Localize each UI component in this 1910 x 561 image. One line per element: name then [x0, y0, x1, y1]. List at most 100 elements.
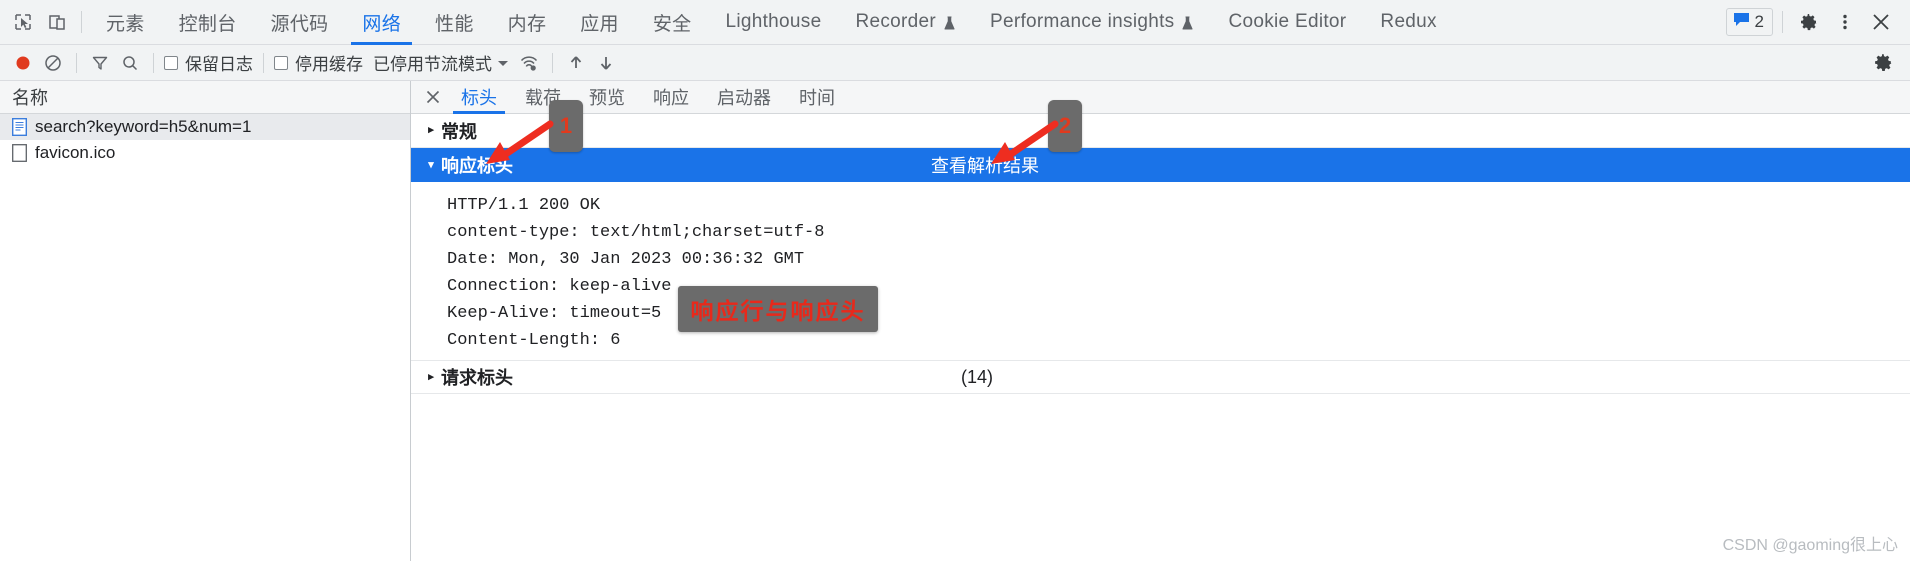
tab-elements[interactable]: 元素: [89, 0, 162, 45]
tab-label: 标头: [461, 88, 497, 108]
network-settings-group: [1868, 49, 1902, 77]
file-icon: [12, 144, 27, 162]
devtools-window: 元素 控制台 源代码 网络 性能 内存 应用 安全 Lighthouse Rec…: [0, 0, 1910, 561]
request-name: favicon.ico: [35, 143, 116, 162]
annotation-note: 响应行与响应头: [678, 286, 878, 332]
tabbar-right-controls: 2: [1725, 5, 1904, 39]
close-icon[interactable]: [1864, 5, 1898, 39]
tab-lighthouse[interactable]: Lighthouse: [708, 0, 838, 45]
section-general[interactable]: ▸ 常规: [411, 114, 1910, 148]
tab-label: 源代码: [270, 13, 329, 35]
request-row-favicon[interactable]: favicon.ico: [0, 140, 410, 166]
tab-sources[interactable]: 源代码: [254, 0, 346, 45]
tab-headers[interactable]: 标头: [447, 81, 511, 114]
network-conditions-icon[interactable]: [514, 49, 544, 77]
tab-label: Performance insights: [989, 11, 1175, 32]
console-message-badge[interactable]: 2: [1725, 8, 1773, 36]
download-har-icon[interactable]: [591, 49, 621, 77]
tab-cookie-editor[interactable]: Cookie Editor: [1211, 0, 1363, 45]
tab-timing[interactable]: 时间: [785, 81, 849, 114]
chevron-right-icon: ▸: [428, 370, 434, 383]
section-title: 常规: [441, 121, 477, 142]
toolbar-divider: [1782, 11, 1783, 33]
tab-label: 启动器: [717, 88, 771, 108]
checkbox-box: [164, 55, 178, 70]
tab-label: Cookie Editor: [1228, 11, 1347, 32]
section-request-headers[interactable]: ▸ 请求标头 (14): [411, 360, 1910, 394]
tab-response[interactable]: 响应: [639, 81, 703, 114]
section-response-headers[interactable]: ▾ 响应标头 查看解析结果: [411, 148, 1910, 182]
close-detail-icon[interactable]: [419, 83, 447, 111]
throttling-select-label[interactable]: 已停用节流模式: [365, 50, 492, 75]
upload-har-icon[interactable]: [561, 49, 591, 77]
experiment-flask-icon: [943, 15, 956, 30]
disable-cache-label: 停用缓存: [295, 55, 363, 74]
preserve-log-checkbox[interactable]: 保留日志: [162, 50, 255, 75]
tab-performance[interactable]: 性能: [418, 0, 491, 45]
header-line: Date: Mon, 30 Jan 2023 00:36:32 GMT: [447, 250, 805, 269]
experiment-flask-icon: [1181, 15, 1194, 30]
chevron-down-icon: ▾: [428, 158, 434, 171]
tab-memory[interactable]: 内存: [491, 0, 564, 45]
request-name: search?keyword=h5&num=1: [35, 117, 252, 136]
tab-security[interactable]: 安全: [636, 0, 709, 45]
response-headers-list: HTTP/1.1 200 OK content-type: text/html;…: [411, 182, 1910, 360]
tab-label: 网络: [362, 13, 402, 35]
clear-icon[interactable]: [38, 49, 68, 77]
tab-network[interactable]: 网络: [345, 0, 418, 45]
tab-application[interactable]: 应用: [563, 0, 636, 45]
detail-tabbar: 标头 载荷 预览 响应 启动器 时间: [411, 81, 1910, 114]
tab-performance-insights[interactable]: Performance insights: [973, 0, 1211, 45]
headers-content: ▸ 常规 ▾ 响应标头 查看解析结果 HTTP/1.1 200 OK conte…: [411, 114, 1910, 561]
watermark: CSDN @gaoming很上心: [1722, 537, 1898, 554]
document-icon: [11, 117, 28, 137]
tab-label: 响应: [653, 88, 689, 108]
tab-redux[interactable]: Redux: [1363, 0, 1453, 45]
more-vertical-icon[interactable]: [1828, 5, 1862, 39]
toolbar-divider: [263, 52, 264, 73]
tab-label: Redux: [1380, 11, 1437, 32]
tab-label: 时间: [799, 88, 835, 108]
annotation-badge-2: 2: [1048, 100, 1082, 152]
gear-icon[interactable]: [1868, 49, 1898, 77]
checkbox-box: [274, 55, 288, 70]
tab-label: 安全: [652, 13, 692, 35]
filter-icon[interactable]: [85, 49, 115, 77]
inspect-element-icon[interactable]: [6, 5, 40, 39]
column-header-name: 名称: [12, 88, 48, 108]
annotation-badge-1: 1: [549, 100, 583, 152]
devtools-tabbar: 元素 控制台 源代码 网络 性能 内存 应用 安全 Lighthouse Rec…: [0, 0, 1910, 45]
tab-label: Recorder: [855, 11, 936, 32]
request-row-search[interactable]: search?keyword=h5&num=1: [0, 114, 410, 140]
gear-icon[interactable]: [1792, 5, 1826, 39]
request-list-header[interactable]: 名称: [0, 81, 410, 114]
tab-label: Lighthouse: [725, 11, 822, 32]
tab-recorder[interactable]: Recorder: [838, 0, 973, 45]
header-line: content-type: text/html;charset=utf-8: [447, 223, 825, 242]
disable-cache-checkbox[interactable]: 停用缓存: [272, 50, 365, 75]
toolbar-divider: [81, 11, 82, 33]
tab-label: 内存: [507, 13, 547, 35]
preserve-log-label: 保留日志: [185, 55, 253, 74]
caret-down-icon[interactable]: [492, 50, 514, 76]
header-line: HTTP/1.1 200 OK: [447, 196, 601, 215]
request-detail-panel: 标头 载荷 预览 响应 启动器 时间 ▸ 常规 ▾ 响应标头 查看解析结果 HT…: [411, 81, 1910, 561]
device-toolbar-icon[interactable]: [40, 5, 74, 39]
toolbar-divider: [76, 52, 77, 73]
tab-label: 元素: [106, 13, 145, 35]
request-list-panel: 名称 search?keyword=h5&num=1 favicon.ico: [0, 81, 411, 561]
tab-initiator[interactable]: 启动器: [703, 81, 785, 114]
chevron-right-icon: ▸: [428, 124, 434, 136]
record-icon[interactable]: [8, 49, 38, 77]
header-line: Content-Length: 6: [447, 331, 621, 350]
tab-preview[interactable]: 预览: [575, 81, 639, 114]
request-headers-count: (14): [961, 366, 994, 387]
tab-label: 控制台: [178, 13, 237, 35]
view-parsed-link[interactable]: 查看解析结果: [931, 152, 1039, 178]
tab-console[interactable]: 控制台: [162, 0, 254, 45]
message-count: 2: [1754, 12, 1764, 31]
message-icon: [1733, 12, 1750, 32]
header-line: Keep-Alive: timeout=5: [447, 304, 662, 323]
header-line: Connection: keep-alive: [447, 277, 672, 296]
search-icon[interactable]: [115, 49, 145, 77]
